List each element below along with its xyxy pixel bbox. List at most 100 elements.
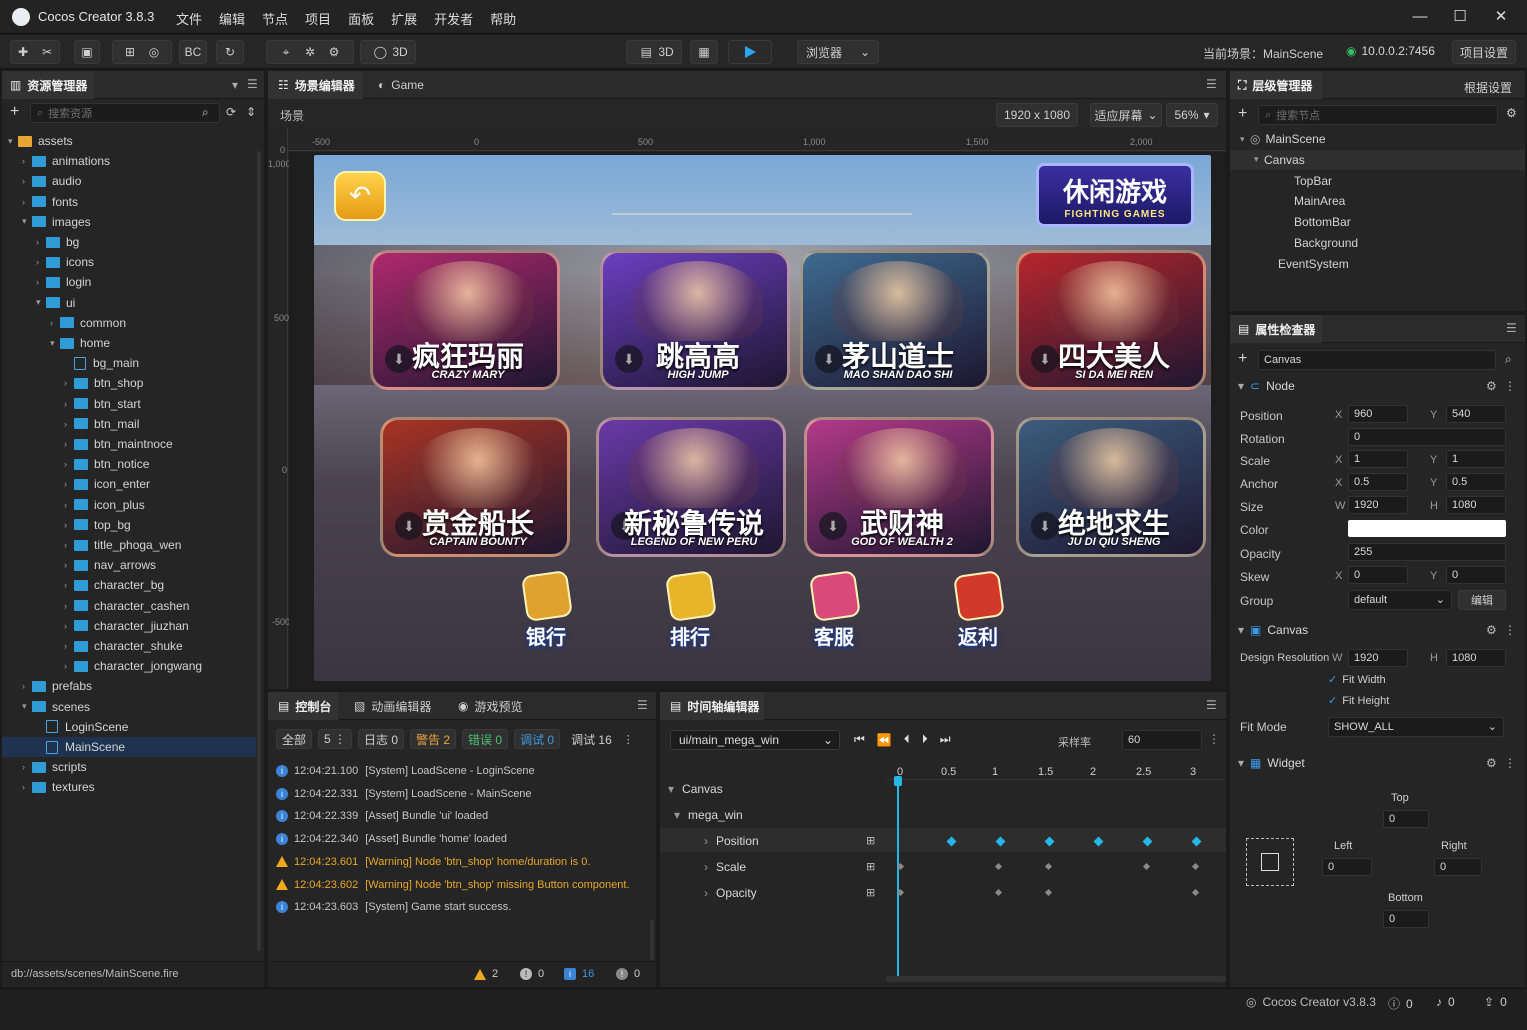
track-opacity[interactable]: › Opacity xyxy=(704,886,757,900)
asset-item[interactable]: › character_bg xyxy=(64,575,164,595)
rotate-tool-icon[interactable]: ✂ xyxy=(35,40,59,64)
caret-right-icon[interactable]: › xyxy=(22,197,32,207)
widget-left-input[interactable]: 0 xyxy=(1322,858,1372,876)
caret-right-icon[interactable]: › xyxy=(36,257,46,267)
caret-right-icon[interactable]: › xyxy=(22,762,32,772)
caret-right-icon[interactable]: › xyxy=(64,399,74,409)
close-icon[interactable]: ✕ xyxy=(1490,6,1512,28)
widget-top-input[interactable]: 0 xyxy=(1383,810,1429,828)
node-item[interactable]: Background xyxy=(1284,233,1358,253)
caret-down-icon[interactable]: ▾ xyxy=(50,338,60,349)
node-item[interactable]: ▾ Canvas xyxy=(1254,150,1305,170)
fit-width-checkbox[interactable]: ✓ Fit Width xyxy=(1328,673,1386,687)
widget-right-input[interactable]: 0 xyxy=(1434,858,1482,876)
grid-icon[interactable]: ▤ xyxy=(634,40,658,64)
asset-item[interactable]: › login xyxy=(36,272,91,292)
add-node-icon[interactable]: + xyxy=(1238,105,1247,123)
tab-game[interactable]: ◐ Game xyxy=(378,71,438,99)
timeline-scrollbar[interactable] xyxy=(886,976,1226,982)
minimize-icon[interactable]: — xyxy=(1409,6,1431,28)
node-item[interactable]: TopBar xyxy=(1284,171,1332,191)
keyframe-toggle-icon[interactable]: ⊞ xyxy=(866,860,875,873)
asset-item[interactable]: › character_jongwang xyxy=(64,656,202,676)
asset-item[interactable]: ▾ home xyxy=(50,333,110,353)
bottom-button[interactable]: 银行 xyxy=(496,569,596,655)
widget-alignment-icon[interactable] xyxy=(1246,838,1294,886)
asset-item[interactable]: › character_cashen xyxy=(64,596,189,616)
asset-item[interactable]: MainScene xyxy=(2,737,256,757)
track-canvas[interactable]: ▾ Canvas xyxy=(668,782,723,796)
asset-search-input[interactable]: ⌕ 搜索资源 xyxy=(30,103,220,123)
menu-edit[interactable]: 编辑 xyxy=(219,9,245,28)
menu-node[interactable]: 节点 xyxy=(262,9,288,28)
filter-warn[interactable]: 警告 2 xyxy=(410,729,457,749)
position-x-input[interactable]: 960 xyxy=(1348,405,1408,423)
anchor-x-input[interactable]: 0.5 xyxy=(1348,473,1408,491)
zoom-select[interactable]: 56% ▾ xyxy=(1166,103,1218,127)
menu-panel[interactable]: 面板 xyxy=(348,9,374,28)
game-canvas[interactable]: ↶ 休闲游戏 FIGHTING GAMES ⬇ 疯狂玛丽 CRAZY MARY ⬇ 跳高… xyxy=(314,155,1211,681)
caret-right-icon[interactable]: › xyxy=(64,540,74,550)
game-card[interactable]: ⬇ 疯狂玛丽 CRAZY MARY xyxy=(370,250,560,390)
status-info[interactable]: ⓘ 0 xyxy=(1388,995,1413,1012)
keyframe-marker[interactable] xyxy=(1044,862,1053,871)
tab-hierarchy[interactable]: ⛶ 层级管理器 xyxy=(1230,71,1322,99)
node-item[interactable]: MainArea xyxy=(1284,191,1345,211)
collapse-icon[interactable]: ⇕ xyxy=(246,105,256,119)
tab-assets[interactable]: ▥ 资源管理器 xyxy=(2,71,94,99)
play-anim-icon[interactable]: ⏵ xyxy=(922,732,928,747)
widget-bottom-input[interactable]: 0 xyxy=(1383,910,1429,928)
device-icon[interactable]: ▦ xyxy=(690,40,718,64)
move-tool-icon[interactable]: ✚ xyxy=(11,40,35,64)
caret-down-icon[interactable]: ▾ xyxy=(1240,134,1250,145)
asset-item[interactable]: › title_phoga_wen xyxy=(64,535,181,555)
game-card[interactable]: ⬇ 新秘鲁传说 LEGEND OF NEW PERU xyxy=(596,417,786,557)
tab-console[interactable]: ▤ 控制台 xyxy=(268,692,338,720)
log-entry[interactable]: i 12:04:23.603 [System] Game start success… xyxy=(276,901,511,914)
keyframe-marker[interactable] xyxy=(1044,888,1053,897)
hierarchy-settings-icon[interactable]: ⚙ xyxy=(1506,106,1517,120)
asset-item[interactable]: › nav_arrows xyxy=(64,555,156,575)
console-scrollbar[interactable] xyxy=(650,920,654,960)
node-item[interactable]: EventSystem xyxy=(1268,254,1349,274)
more-icon[interactable]: ⋮ xyxy=(1208,732,1220,746)
track-scale[interactable]: › Scale xyxy=(704,860,746,874)
status-upload[interactable]: ⇪ 0 xyxy=(1484,995,1507,1009)
caret-right-icon[interactable]: › xyxy=(22,156,32,166)
asset-item[interactable]: › btn_notice xyxy=(64,454,149,474)
project-settings-button[interactable]: 项目设置 xyxy=(1452,40,1516,64)
caret-right-icon[interactable]: › xyxy=(64,601,74,611)
bc-button[interactable]: BC xyxy=(179,40,207,64)
more-icon[interactable]: ⋮ xyxy=(1504,379,1516,393)
filter-debug[interactable]: 调试 16 xyxy=(566,729,617,749)
caret-right-icon[interactable]: › xyxy=(36,237,46,247)
log-entry[interactable]: i 12:04:22.331 [System] LoadScene - MainSc… xyxy=(276,787,532,800)
fit-select[interactable]: 适应屏幕 ⌄ xyxy=(1090,103,1162,127)
position-y-input[interactable]: 540 xyxy=(1446,405,1506,423)
caret-right-icon[interactable]: › xyxy=(22,681,32,691)
asset-item[interactable]: › bg xyxy=(36,232,79,252)
gear-icon[interactable]: ⚙ xyxy=(1486,623,1497,637)
size-w-input[interactable]: 1920 xyxy=(1348,496,1408,514)
caret-down-icon[interactable]: ▾ xyxy=(22,701,32,712)
scale-y-input[interactable]: 1 xyxy=(1446,450,1506,468)
menu-help[interactable]: 帮助 xyxy=(490,9,516,28)
caret-right-icon[interactable]: › xyxy=(22,176,32,186)
clip-select[interactable]: ui/main_mega_win ⌄ xyxy=(670,730,840,750)
caret-down-icon[interactable]: ▾ xyxy=(36,297,46,308)
hierarchy-settings-link[interactable]: 根据设置 xyxy=(1464,79,1512,96)
mode-3d-label[interactable]: 3D xyxy=(392,45,407,59)
back-button[interactable]: ↶ xyxy=(334,171,386,221)
rotation-input[interactable]: 0 xyxy=(1348,428,1506,446)
filter-error[interactable]: 错误 0 xyxy=(462,729,509,749)
filter-debug-tab[interactable]: 调试 0 xyxy=(514,729,561,749)
more-icon[interactable]: ⋮ xyxy=(1504,756,1516,770)
asset-item[interactable]: › character_shuke xyxy=(64,636,183,656)
asset-item[interactable]: › btn_mail xyxy=(64,414,139,434)
play-button[interactable] xyxy=(728,40,772,64)
caret-down-icon[interactable]: ▾ xyxy=(22,216,32,227)
caret-right-icon[interactable]: › xyxy=(64,661,74,671)
local-icon[interactable]: ◎ xyxy=(142,40,166,64)
asset-item[interactable]: › top_bg xyxy=(64,515,131,535)
caret-right-icon[interactable]: › xyxy=(64,560,74,570)
